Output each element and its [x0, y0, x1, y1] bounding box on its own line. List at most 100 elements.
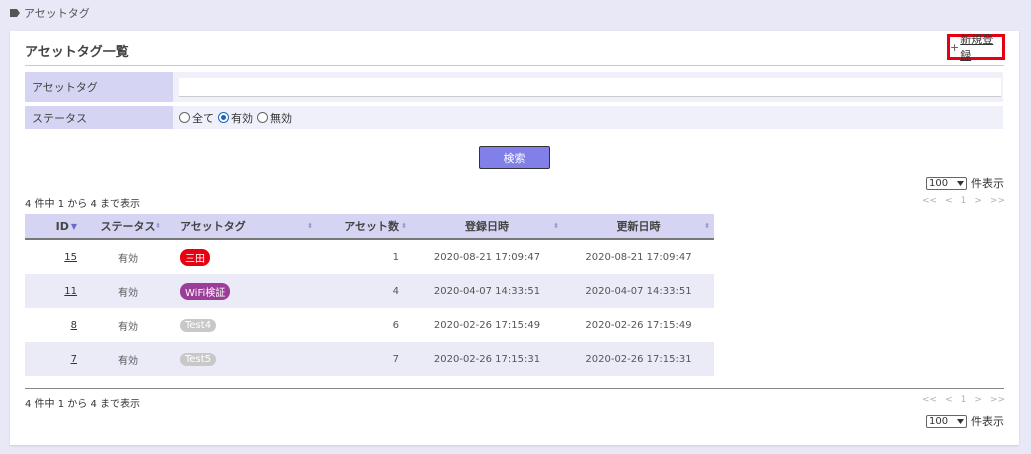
tag-badge: WiFi検証	[180, 282, 231, 300]
chevron-down-icon	[957, 418, 964, 424]
title-divider	[25, 65, 1004, 66]
radio-label: 全て	[192, 111, 214, 125]
cell-status: 有効	[118, 287, 138, 299]
pager-last[interactable]: >>	[990, 196, 1005, 206]
radio-circle[interactable]	[257, 112, 268, 123]
table-bottom-divider	[25, 388, 1004, 389]
status-radio-all[interactable]: 全て	[179, 110, 214, 126]
filter-row-status: ステータス 全て 有効 無効	[25, 106, 1003, 129]
table-row: 11 有効 WiFi検証 4 2020-04-07 14:33:51 2020-…	[25, 274, 714, 308]
tag-search-input[interactable]	[179, 77, 1001, 97]
cell-count: 7	[392, 353, 399, 365]
page-size-suffix: 件表示	[971, 177, 1004, 190]
pager-page[interactable]: 1	[961, 196, 967, 206]
column-header-count[interactable]: アセット数 ⬍	[317, 214, 411, 238]
filter-value-status: 全て 有効 無効	[173, 106, 1003, 129]
cell-registered: 2020-04-07 14:33:51	[433, 285, 541, 297]
column-header-id[interactable]: ID ▼	[25, 214, 91, 238]
asset-tag-table: ID ▼ ステータス ⬍ アセットタグ ⬍ アセット数 ⬍ 登録日時 ⬍ 更新日…	[25, 214, 714, 376]
id-link[interactable]: 11	[64, 286, 77, 297]
sort-icon: ⬍	[553, 222, 559, 230]
record-count-bottom: 4 件中 1 から 4 まで表示	[25, 399, 140, 410]
cell-tag: 三田	[165, 240, 317, 274]
record-count-top: 4 件中 1 から 4 まで表示	[25, 199, 140, 210]
cell-count: 1	[392, 251, 399, 263]
cell-tag: Test5	[165, 342, 317, 376]
id-link[interactable]: 15	[64, 252, 77, 263]
cell-tag: WiFi検証	[165, 274, 317, 308]
page-size-suffix: 件表示	[971, 415, 1004, 428]
column-header-tag[interactable]: アセットタグ ⬍	[165, 214, 317, 238]
tag-badge: Test4	[180, 318, 217, 332]
pager-last[interactable]: >>	[990, 395, 1005, 405]
cell-registered: 2020-08-21 17:09:47	[433, 251, 541, 263]
sort-icon: ⬍	[307, 222, 313, 230]
tag-icon	[10, 9, 20, 17]
radio-label: 無効	[270, 111, 292, 125]
tag-badge: 三田	[180, 248, 210, 266]
pager-bottom: << < 1 > >>	[922, 395, 1005, 405]
breadcrumb-label: アセットタグ	[24, 7, 90, 20]
table-row: 8 有効 Test4 6 2020-02-26 17:15:49 2020-02…	[25, 308, 714, 342]
pager-page[interactable]: 1	[961, 395, 967, 405]
column-header-label: ステータス	[100, 220, 156, 233]
pager-first[interactable]: <<	[922, 395, 937, 405]
cell-id: 7	[25, 342, 91, 376]
page-size-select-top[interactable]: 100	[926, 176, 967, 190]
page-size-value: 100	[929, 415, 949, 427]
cell-updated: 2020-02-26 17:15:49	[585, 319, 692, 331]
page-size-bottom: 100 件表示	[926, 413, 1004, 429]
cell-updated: 2020-04-07 14:33:51	[585, 285, 692, 297]
cell-count: 4	[392, 285, 399, 297]
page-size-top: 100 件表示	[926, 175, 1004, 191]
status-radio-inactive[interactable]: 無効	[257, 110, 292, 126]
filter-row-tag: アセットタグ	[25, 72, 1003, 102]
table-row: 15 有効 三田 1 2020-08-21 17:09:47 2020-08-2…	[25, 240, 714, 274]
column-header-label: ID	[55, 219, 69, 233]
column-header-label: アセットタグ	[180, 220, 246, 233]
cell-registered: 2020-02-26 17:15:49	[433, 319, 541, 331]
table-row: 7 有効 Test5 7 2020-02-26 17:15:31 2020-02…	[25, 342, 714, 376]
cell-status: 有効	[118, 355, 138, 367]
table-header: ID ▼ ステータス ⬍ アセットタグ ⬍ アセット数 ⬍ 登録日時 ⬍ 更新日…	[25, 214, 714, 240]
sort-icon: ⬍	[401, 222, 407, 230]
radio-label: 有効	[231, 111, 253, 125]
pager-next[interactable]: >	[974, 395, 982, 405]
column-header-label: アセット数	[344, 220, 399, 233]
search-button[interactable]: 検索	[479, 146, 550, 169]
page-size-select-bottom[interactable]: 100	[926, 414, 967, 428]
filter-value-tag	[173, 72, 1003, 102]
cell-id: 15	[25, 240, 91, 274]
column-header-status[interactable]: ステータス ⬍	[91, 214, 165, 238]
sort-desc-icon: ▼	[70, 221, 77, 231]
pager-next[interactable]: >	[974, 196, 982, 206]
pager-prev[interactable]: <	[945, 395, 953, 405]
chevron-down-icon	[957, 180, 964, 186]
cell-count: 6	[392, 319, 399, 331]
cell-status: 有効	[118, 253, 138, 265]
column-header-registered[interactable]: 登録日時 ⬍	[411, 214, 563, 238]
id-link[interactable]: 7	[71, 354, 77, 365]
pager-top: << < 1 > >>	[922, 196, 1005, 206]
column-header-label: 更新日時	[616, 220, 661, 233]
new-register-label: 新規登録	[960, 33, 994, 62]
tag-badge: Test5	[180, 352, 217, 366]
column-header-label: 登録日時	[465, 220, 509, 233]
pager-first[interactable]: <<	[922, 196, 937, 206]
new-register-button[interactable]: + 新規登録	[947, 33, 1005, 62]
cell-registered: 2020-02-26 17:15:31	[433, 353, 541, 365]
filter-label-tag: アセットタグ	[25, 72, 173, 102]
sort-icon: ⬍	[704, 222, 710, 230]
cell-status: 有効	[118, 321, 138, 333]
id-link[interactable]: 8	[71, 320, 77, 331]
status-radio-active[interactable]: 有効	[218, 110, 253, 126]
radio-circle[interactable]	[179, 112, 190, 123]
pager-prev[interactable]: <	[945, 196, 953, 206]
radio-circle-checked[interactable]	[218, 112, 229, 123]
plus-icon: +	[950, 40, 960, 54]
sort-icon: ⬍	[155, 222, 161, 230]
column-header-updated[interactable]: 更新日時 ⬍	[563, 214, 714, 238]
cell-tag: Test4	[165, 308, 317, 342]
cell-id: 11	[25, 274, 91, 308]
cell-updated: 2020-02-26 17:15:31	[585, 353, 692, 365]
